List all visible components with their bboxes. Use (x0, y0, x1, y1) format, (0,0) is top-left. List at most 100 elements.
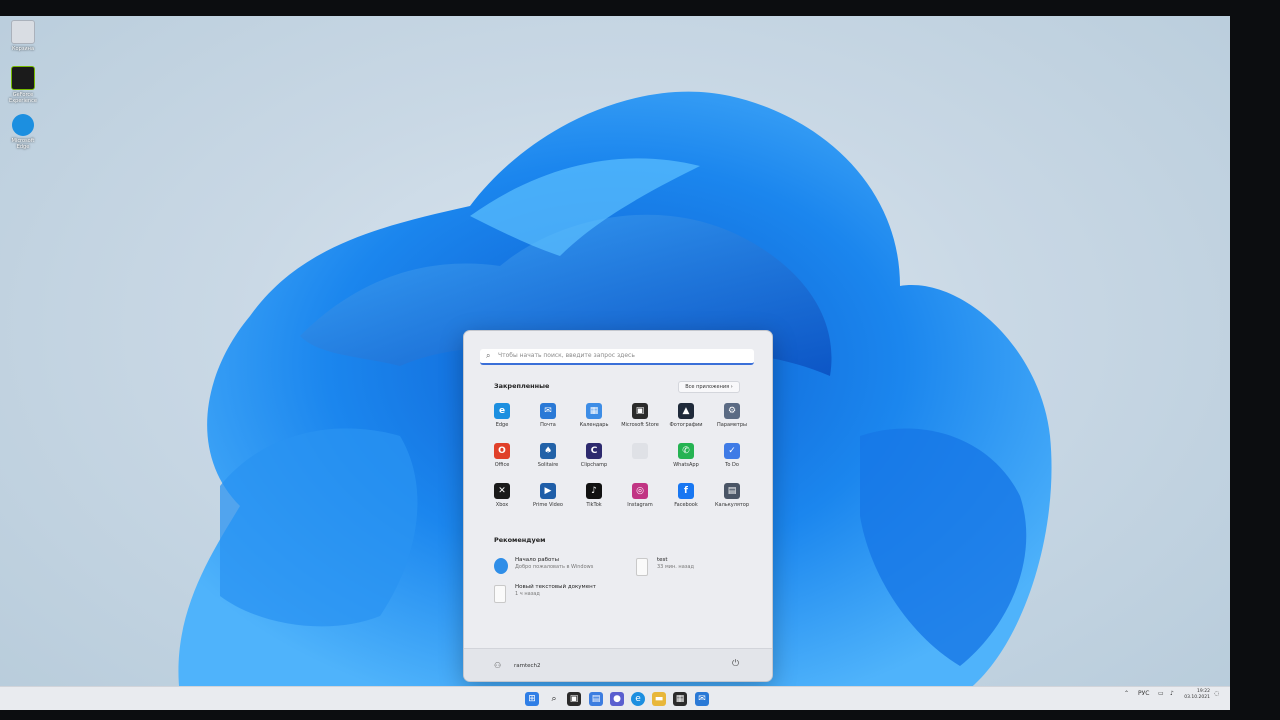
pinned-app-edge[interactable]: e Edge (479, 403, 525, 437)
pinned-app-label: Параметры (717, 422, 747, 428)
taskbar-store-button[interactable]: ▦ (673, 692, 687, 706)
solitaire-icon: ♠ (540, 443, 556, 459)
calculator-icon: ▤ (724, 483, 740, 499)
desktop-icon-label: GeForce Experience (9, 92, 37, 104)
calendar-icon: ▦ (586, 403, 602, 419)
xbox-icon: ✕ (494, 483, 510, 499)
edge-icon: e (494, 403, 510, 419)
widgets-button[interactable]: ▤ (589, 692, 603, 706)
clock-date: 03.10.2021 (1184, 695, 1210, 700)
start-search-box[interactable]: ⌕ (480, 349, 754, 365)
network-icon[interactable]: ▭ (1158, 690, 1164, 698)
desktop-icon-recycle-bin[interactable]: Корзина (6, 20, 40, 52)
tray-language[interactable]: РУС (1138, 690, 1149, 698)
desktop-screen: Корзина GeForce Experience Microsoft Edg… (0, 16, 1230, 710)
pinned-app-photos[interactable]: ▲ Фотографии (663, 403, 709, 437)
pinned-app-label: Microsoft Store (621, 422, 659, 428)
nvidia-geforce-icon (11, 66, 35, 90)
chat-button[interactable]: ● (610, 692, 624, 706)
desktop-icon-edge[interactable]: Microsoft Edge (6, 114, 40, 150)
office-icon: O (494, 443, 510, 459)
pinned-app-mail[interactable]: ✉ Почта (525, 403, 571, 437)
windows-logo-icon: ⊞ (528, 694, 536, 704)
pinned-app-label: Clipchamp (580, 462, 608, 468)
edge-icon (12, 114, 34, 136)
widgets-icon: ▤ (591, 694, 601, 704)
task-view-button[interactable]: ▣ (567, 692, 581, 706)
pinned-app-settings-gear[interactable]: ⚙ Параметры (709, 403, 755, 437)
start-menu: ⌕ Закрепленные Все приложения › e Edge ✉ По… (463, 330, 773, 682)
pinned-app-xbox[interactable]: ✕ Xbox (479, 483, 525, 517)
pinned-app-label: To Do (725, 462, 739, 468)
user-avatar-icon: ⚇ (494, 661, 502, 670)
pinned-app-label: Xbox (495, 502, 509, 508)
pinned-app-calculator[interactable]: ▤ Калькулятор (709, 483, 755, 517)
recommended-item-get-started[interactable]: Начало работы Добро пожаловать в Windows (494, 557, 634, 579)
pinned-app-instagram[interactable]: ◎ Instagram (617, 483, 663, 517)
pinned-app-facebook[interactable]: f Facebook (663, 483, 709, 517)
facebook-icon: f (678, 483, 694, 499)
blank-app-icon (632, 443, 648, 459)
taskbar: ⊞ ⌕ ▣ ▤ ● e ▬ ▦ ✉ ⌃ РУС ▭ ♪ ◌ 19:22 03.1… (0, 686, 1230, 710)
taskbar-clock[interactable]: 19:22 03.10.2021 (1184, 689, 1210, 701)
pinned-app-label: Фотографии (669, 422, 703, 428)
recommended-item-new-text-document[interactable]: Новый текстовый документ 1 ч назад (494, 584, 634, 606)
notification-icon[interactable]: ◌ (1214, 690, 1219, 698)
pinned-app-whatsapp[interactable]: ✆ WhatsApp (663, 443, 709, 477)
tray-chevron-icon[interactable]: ⌃ (1124, 690, 1129, 698)
recycle-bin-icon (11, 20, 35, 44)
desktop-icon-geforce[interactable]: GeForce Experience (6, 66, 40, 104)
prime-video-icon: ▶ (540, 483, 556, 499)
todo-icon: ✓ (724, 443, 740, 459)
mail-icon: ✉ (698, 694, 706, 704)
start-search-input[interactable] (498, 350, 738, 361)
pinned-app-label: WhatsApp (673, 462, 699, 468)
start-menu-footer: ⚇ ramtech2 ⏻ (464, 648, 772, 681)
desktop-icon-label: Microsoft Edge (11, 138, 35, 150)
user-name: ramtech2 (514, 663, 541, 669)
edge-icon: e (635, 694, 641, 704)
recommended-item-title: Начало работы (515, 557, 559, 563)
pinned-app-prime-video[interactable]: ▶ Prime Video (525, 483, 571, 517)
folder-icon: ▬ (654, 694, 664, 704)
pinned-app-todo[interactable]: ✓ To Do (709, 443, 755, 477)
pinned-app-label: Solitaire (537, 462, 559, 468)
file-explorer-button[interactable]: ▬ (652, 692, 666, 706)
all-apps-button[interactable]: Все приложения › (678, 381, 740, 393)
recommended-item-subtitle: 1 ч назад (515, 591, 540, 597)
taskbar-edge-button[interactable]: e (631, 692, 645, 706)
pinned-section-title: Закрепленные (494, 382, 550, 390)
power-button[interactable]: ⏻ (732, 659, 739, 669)
pinned-app-blank-app[interactable] (617, 443, 663, 477)
recommended-section-title: Рекомендуем (494, 536, 546, 544)
settings-gear-icon: ⚙ (724, 403, 740, 419)
store-icon: ▦ (675, 694, 685, 704)
pinned-app-office[interactable]: O Office (479, 443, 525, 477)
start-button[interactable]: ⊞ (525, 692, 539, 706)
taskbar-search-button[interactable]: ⌕ (547, 692, 561, 706)
pinned-app-label: Калькулятор (714, 502, 750, 508)
search-icon: ⌕ (486, 351, 491, 360)
chat-icon: ● (613, 694, 621, 704)
store-icon: ▣ (632, 403, 648, 419)
pinned-app-tiktok[interactable]: ♪ TikTok (571, 483, 617, 517)
desktop-icon-label: Корзина (11, 46, 35, 52)
pinned-app-store[interactable]: ▣ Microsoft Store (617, 403, 663, 437)
volume-icon[interactable]: ♪ (1170, 690, 1174, 698)
taskbar-mail-button[interactable]: ✉ (695, 692, 709, 706)
get-started-icon (494, 558, 508, 574)
photos-icon: ▲ (678, 403, 694, 419)
pinned-app-label: Office (494, 462, 510, 468)
pinned-app-label: Календарь (579, 422, 609, 428)
recommended-item-subtitle: 33 мин. назад (657, 564, 694, 570)
pinned-app-label: Facebook (674, 502, 698, 508)
pinned-app-solitaire[interactable]: ♠ Solitaire (525, 443, 571, 477)
search-icon: ⌕ (551, 694, 557, 704)
recommended-item-title: Новый текстовый документ (515, 584, 596, 590)
text-file-icon (494, 585, 506, 603)
pinned-app-label: TikTok (586, 502, 602, 508)
pinned-app-clipchamp[interactable]: C Clipchamp (571, 443, 617, 477)
pinned-app-calendar[interactable]: ▦ Календарь (571, 403, 617, 437)
recommended-item-test[interactable]: test 33 мин. назад (636, 557, 746, 579)
pinned-app-label: Почта (540, 422, 556, 428)
